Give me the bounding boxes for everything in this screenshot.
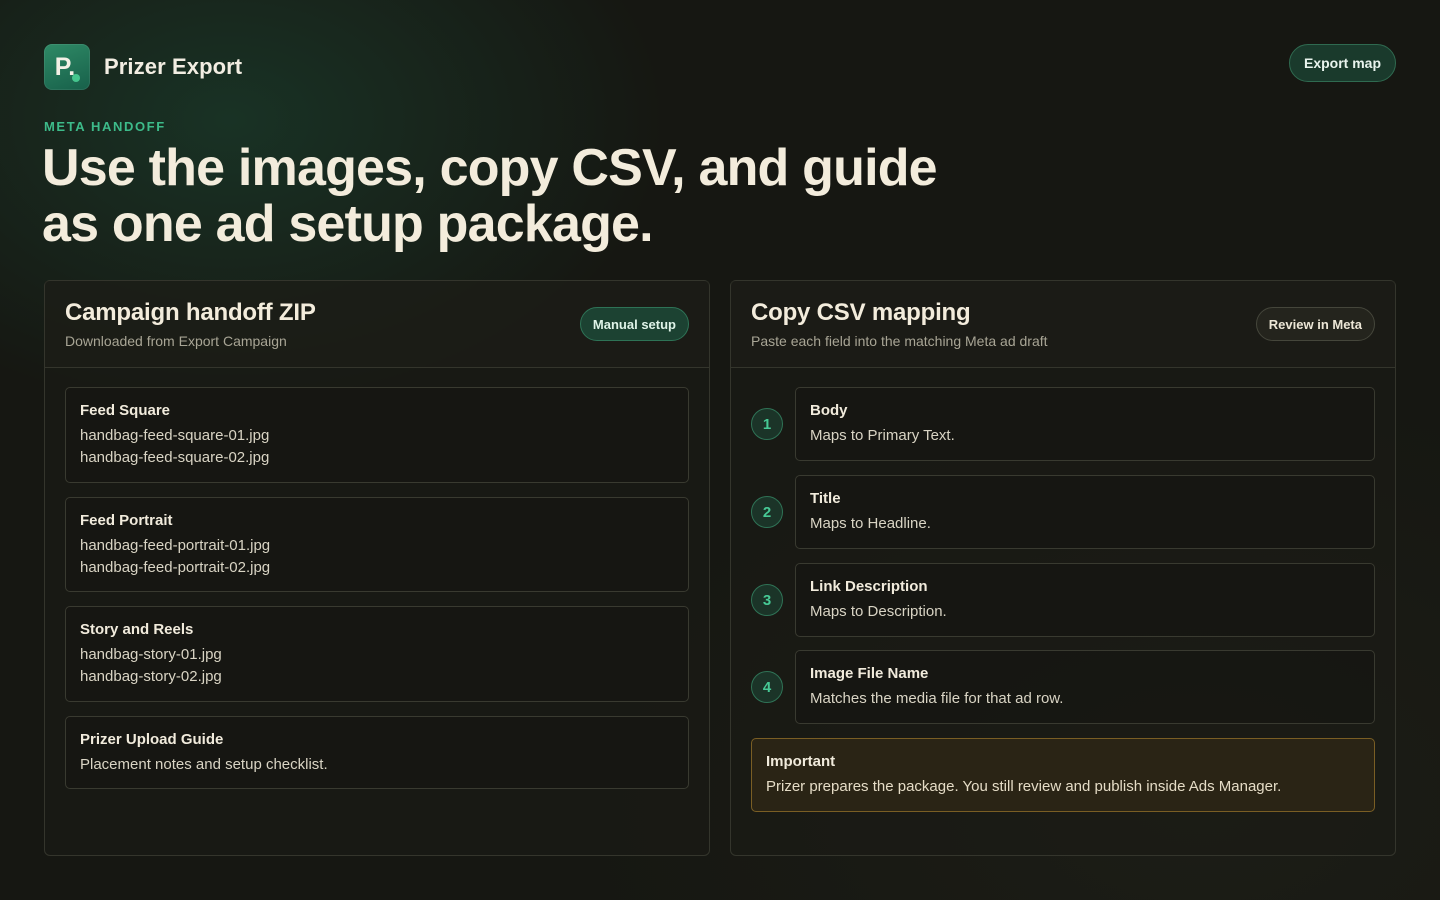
csv-field-name: Body bbox=[810, 402, 848, 419]
file-group-card[interactable]: Feed Portrait handbag-feed-portrait-01.j… bbox=[65, 497, 689, 592]
file-group-title: Story and Reels bbox=[80, 621, 194, 638]
file-group-card[interactable]: Prizer Upload Guide Placement notes and … bbox=[65, 716, 689, 789]
top-bar: P. Prizer Export Export map bbox=[44, 44, 1396, 90]
step-number: 4 bbox=[751, 671, 783, 703]
csv-field-mapping: Matches the media file for that ad row. bbox=[810, 690, 1064, 707]
app-name: Prizer Export bbox=[104, 54, 243, 79]
file-description: Placement notes and setup checklist. bbox=[80, 756, 328, 773]
mapping-step: 1 Body Maps to Primary Text. bbox=[751, 387, 1375, 461]
important-note: Important Prizer prepares the package. Y… bbox=[751, 738, 1375, 812]
csv-panel-header: Copy CSV mapping Paste each field into t… bbox=[731, 281, 1395, 368]
csv-field-name: Title bbox=[810, 490, 841, 507]
step-number: 1 bbox=[751, 408, 783, 440]
step-number: 2 bbox=[751, 496, 783, 528]
file-group-title: Prizer Upload Guide bbox=[80, 731, 224, 748]
mapping-card[interactable]: Body Maps to Primary Text. bbox=[795, 387, 1375, 461]
logo-dot bbox=[72, 74, 80, 82]
file-group-card[interactable]: Story and Reels handbag-story-01.jpg han… bbox=[65, 606, 689, 702]
mapping-card[interactable]: Title Maps to Headline. bbox=[795, 475, 1375, 549]
review-in-meta-button[interactable]: Review in Meta bbox=[1255, 307, 1375, 341]
file-name: handbag-feed-square-01.jpg bbox=[80, 427, 270, 444]
mapping-step: 4 Image File Name Matches the media file… bbox=[751, 650, 1375, 724]
zip-panel-header: Campaign handoff ZIP Downloaded from Exp… bbox=[45, 281, 709, 368]
campaign-zip-panel: Campaign handoff ZIP Downloaded from Exp… bbox=[44, 280, 710, 856]
csv-mapping-panel: Copy CSV mapping Paste each field into t… bbox=[730, 280, 1396, 856]
file-name: handbag-feed-portrait-01.jpg bbox=[80, 537, 271, 554]
csv-field-mapping: Maps to Primary Text. bbox=[810, 427, 955, 444]
mapping-card[interactable]: Link Description Maps to Description. bbox=[795, 563, 1375, 637]
csv-field-name: Image File Name bbox=[810, 665, 929, 682]
csv-field-mapping: Maps to Description. bbox=[810, 603, 947, 620]
zip-panel-title: Campaign handoff ZIP bbox=[65, 299, 316, 326]
important-note-text: Prizer prepares the package. You still r… bbox=[766, 778, 1282, 795]
important-note-title: Important bbox=[766, 753, 836, 770]
file-group-title: Feed Portrait bbox=[80, 512, 173, 529]
prizer-logo-icon: P. bbox=[44, 44, 90, 90]
csv-field-mapping: Maps to Headline. bbox=[810, 515, 931, 532]
file-name: handbag-story-01.jpg bbox=[80, 646, 222, 663]
mapping-step: 3 Link Description Maps to Description. bbox=[751, 563, 1375, 637]
eyebrow-label: META HANDOFF bbox=[44, 119, 166, 134]
mapping-card[interactable]: Image File Name Matches the media file f… bbox=[795, 650, 1375, 724]
brand[interactable]: P. Prizer Export bbox=[44, 44, 242, 90]
step-number: 3 bbox=[751, 584, 783, 616]
file-name: handbag-feed-square-02.jpg bbox=[80, 449, 270, 466]
file-group-card[interactable]: Feed Square handbag-feed-square-01.jpg h… bbox=[65, 387, 689, 483]
csv-panel-subtitle: Paste each field into the matching Meta … bbox=[751, 333, 1048, 349]
file-name: handbag-story-02.jpg bbox=[80, 668, 222, 685]
mapping-step: 2 Title Maps to Headline. bbox=[751, 475, 1375, 549]
file-group-title: Feed Square bbox=[80, 402, 171, 419]
manual-setup-badge[interactable]: Manual setup bbox=[579, 307, 689, 341]
csv-panel-title: Copy CSV mapping bbox=[751, 299, 971, 326]
csv-field-name: Link Description bbox=[810, 578, 928, 595]
file-name: handbag-feed-portrait-02.jpg bbox=[80, 559, 271, 576]
export-map-button[interactable]: Export map bbox=[1288, 44, 1396, 82]
page-headline: Use the images, copy CSV, and guide as o… bbox=[42, 139, 938, 253]
zip-panel-subtitle: Downloaded from Export Campaign bbox=[65, 333, 287, 349]
